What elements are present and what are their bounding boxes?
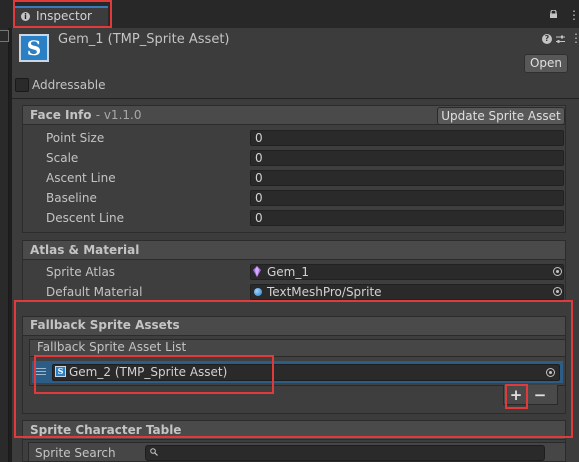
panel-edge-icon: [0, 30, 9, 42]
lock-icon[interactable]: [549, 10, 558, 18]
kebab-icon[interactable]: ⋮: [568, 9, 579, 21]
fallback-title: Fallback Sprite Assets: [30, 318, 180, 332]
sprite-asset-icon-small: S: [55, 366, 66, 377]
ascent-line-field[interactable]: 0: [250, 170, 564, 186]
open-button[interactable]: Open: [524, 54, 568, 73]
divider: [12, 98, 579, 99]
scale-field[interactable]: 0: [250, 150, 564, 166]
asset-title: Gem_1 (TMP_Sprite Asset): [58, 32, 230, 47]
face-info-title: Face Info - v1.1.0: [30, 108, 142, 122]
sprite-atlas-picker-icon[interactable]: [553, 267, 562, 276]
baseline-field[interactable]: 0: [250, 190, 564, 206]
point-size-field[interactable]: 0: [250, 130, 564, 146]
scale-label: Scale: [46, 151, 79, 165]
add-item-button[interactable]: +: [508, 387, 524, 403]
fallback-list-header-label: Fallback Sprite Asset List: [37, 340, 187, 354]
sprite-search-label: Sprite Search: [35, 446, 116, 460]
remove-item-button[interactable]: −: [532, 387, 548, 403]
descent-line-label: Descent Line: [46, 211, 124, 225]
preset-sliders-icon[interactable]: [556, 35, 565, 44]
left-gutter-panel: [0, 28, 9, 462]
fallback-item-picker-icon[interactable]: [546, 368, 555, 377]
sprite-search-input[interactable]: [145, 445, 545, 461]
character-table-title: Sprite Character Table: [30, 423, 182, 437]
component-menu-icon[interactable]: ⋮: [570, 32, 579, 44]
default-material-picker-icon[interactable]: [553, 287, 562, 296]
addressable-label: Addressable: [32, 78, 106, 92]
drag-handle-icon[interactable]: [36, 367, 46, 376]
default-material-label: Default Material: [46, 285, 143, 299]
help-icon[interactable]: ?: [542, 34, 552, 44]
default-material-field[interactable]: TextMeshPro/Sprite: [250, 284, 564, 300]
atlas-material-title: Atlas & Material: [30, 243, 140, 257]
search-icon: [150, 448, 158, 456]
addressable-checkbox[interactable]: [15, 78, 29, 92]
ascent-line-label: Ascent Line: [46, 171, 116, 185]
update-sprite-asset-button[interactable]: Update Sprite Asset: [437, 107, 565, 125]
point-size-label: Point Size: [46, 131, 105, 145]
sprite-asset-icon: S: [19, 34, 49, 62]
baseline-label: Baseline: [46, 191, 97, 205]
descent-line-field[interactable]: 0: [250, 210, 564, 226]
sprite-atlas-field[interactable]: Gem_1: [250, 264, 564, 280]
tab-inspector-label: Inspector: [36, 9, 92, 23]
material-icon: [254, 288, 262, 296]
sprite-atlas-label: Sprite Atlas: [46, 265, 116, 279]
info-icon: i: [21, 12, 30, 21]
fallback-item-field[interactable]: Gem_2 (TMP_Sprite Asset): [52, 364, 560, 381]
gem-texture-icon: [253, 266, 261, 277]
